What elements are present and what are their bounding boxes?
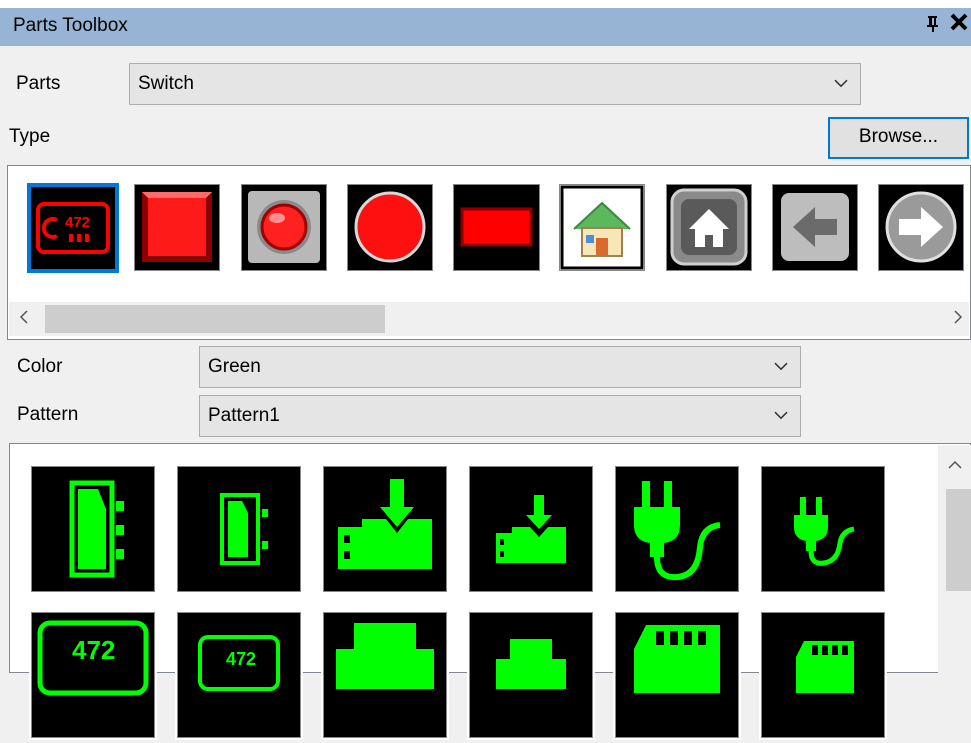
power-plug-small-icon (762, 467, 884, 591)
type-gallery: 472 (7, 165, 971, 340)
usb-download-small-icon (470, 467, 592, 591)
close-icon[interactable] (949, 12, 969, 38)
pattern-item-switch-tall[interactable] (29, 464, 157, 594)
type-item-red-square[interactable] (132, 182, 222, 273)
counter-text: 472 (65, 214, 90, 231)
color-dropdown-value: Green (208, 356, 261, 377)
title-bar-background (0, 8, 971, 46)
pattern-item-sdcard-large[interactable] (613, 610, 741, 740)
pattern-gallery-vscrollbar[interactable] (938, 445, 971, 673)
title-bar: Parts Toolbox (0, 0, 971, 46)
home-gray-icon (667, 185, 751, 270)
type-item-home-gray[interactable] (664, 182, 754, 273)
type-item-red-rect[interactable] (451, 182, 542, 273)
type-gallery-hscrollbar[interactable] (9, 302, 969, 336)
pattern-dropdown[interactable]: Pattern1 (199, 395, 801, 437)
printer-small-icon (470, 613, 592, 737)
pin-icon[interactable] (925, 15, 941, 38)
color-dropdown[interactable]: Green (199, 346, 801, 388)
pattern-item-plug-large[interactable] (613, 464, 741, 594)
browse-button[interactable]: Browse... (828, 117, 969, 159)
red-square-button-icon (135, 185, 219, 270)
red-round-button-gray-frame-icon (242, 185, 326, 270)
color-label: Color (17, 356, 63, 377)
scroll-right-icon[interactable] (953, 310, 963, 327)
pattern-gallery: 472 472 (9, 443, 971, 740)
parts-dropdown[interactable]: Switch (129, 63, 861, 105)
usb-download-large-icon (324, 467, 446, 591)
pattern-item-usb-download-small[interactable] (467, 464, 595, 594)
pattern-item-counter-large[interactable]: 472 (29, 610, 157, 740)
type-item-red-circle[interactable] (345, 182, 435, 273)
pattern-label: Pattern (17, 404, 79, 425)
pattern-item-counter-small[interactable]: 472 (175, 610, 303, 740)
counter-small-icon: 472 (178, 613, 300, 737)
vscroll-thumb[interactable] (946, 489, 971, 591)
printer-large-icon (324, 613, 446, 737)
counter-large-text: 472 (72, 635, 115, 665)
toggle-switch-small-icon (178, 467, 300, 591)
type-item-arrow-left[interactable] (770, 182, 860, 273)
pattern-dropdown-value: Pattern1 (208, 405, 280, 426)
parts-dropdown-value: Switch (138, 73, 194, 94)
home-color-icon (560, 185, 644, 270)
scroll-left-icon[interactable] (19, 310, 29, 327)
sd-card-large-icon (616, 613, 738, 737)
browse-button-label: Browse... (858, 126, 939, 147)
pattern-item-printer-large[interactable] (321, 610, 449, 740)
pattern-item-switch-small[interactable] (175, 464, 303, 594)
hscroll-thumb[interactable] (45, 305, 385, 333)
type-label: Type (9, 126, 51, 147)
power-plug-large-icon (616, 467, 738, 591)
scroll-up-icon[interactable] (948, 457, 962, 473)
counter-switch-icon: 472 (31, 187, 115, 269)
toggle-switch-large-icon (32, 467, 154, 591)
type-item-home-color[interactable] (557, 182, 647, 273)
type-item-arrow-right[interactable] (876, 182, 966, 273)
chevron-down-icon (774, 358, 788, 374)
sd-card-small-icon (762, 613, 884, 737)
arrow-right-gray-icon (879, 185, 963, 270)
parts-label: Parts (16, 73, 61, 94)
arrow-left-gray-icon (773, 185, 857, 270)
counter-large-icon: 472 (32, 613, 154, 737)
type-item-red-round-frame[interactable] (239, 182, 329, 273)
chevron-down-icon (834, 75, 848, 91)
pattern-item-printer-small[interactable] (467, 610, 595, 740)
chevron-down-icon (774, 407, 788, 423)
panel-title: Parts Toolbox (13, 15, 128, 36)
pattern-item-sdcard-small[interactable] (759, 610, 887, 740)
pattern-item-usb-download-large[interactable] (321, 464, 449, 594)
pattern-item-plug-small[interactable] (759, 464, 887, 594)
red-rect-button-icon (454, 185, 539, 270)
counter-small-text: 472 (226, 649, 256, 669)
red-circle-button-icon (348, 185, 432, 270)
type-item-counter-switch[interactable]: 472 (27, 183, 119, 273)
